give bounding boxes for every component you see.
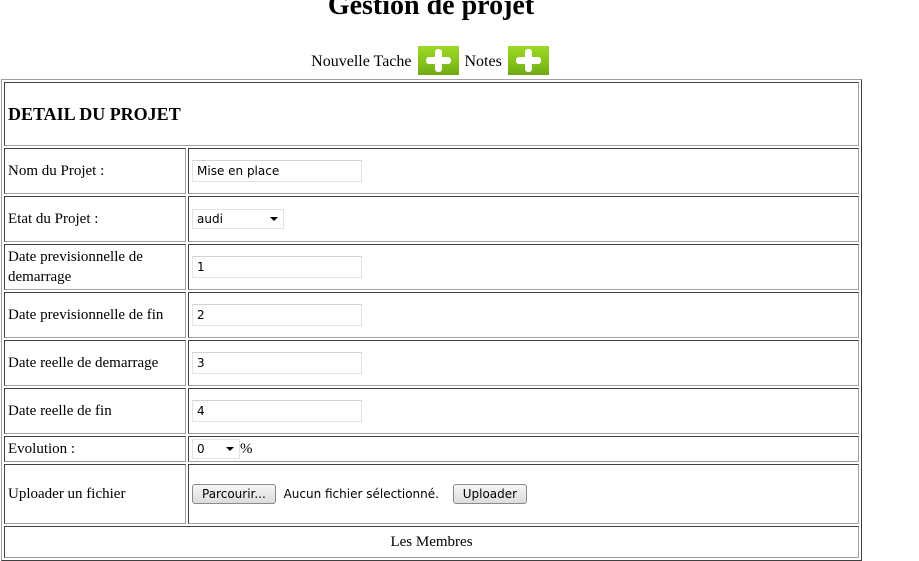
project-status-value: audi	[197, 212, 223, 226]
members-row: Les Membres	[4, 526, 859, 558]
plus-icon[interactable]	[417, 46, 459, 75]
action-bar: Nouvelle Tache Notes	[0, 46, 862, 77]
actual-start-date-input[interactable]	[192, 352, 362, 374]
actual-end-date-input[interactable]	[192, 400, 362, 422]
form-row-date-prev-fin: Date previsionnelle de fin	[4, 292, 859, 338]
chevron-down-icon	[270, 217, 278, 221]
form-row-upload: Uploader un fichier Parcourir... Aucun f…	[4, 464, 859, 524]
form-row-date-reel-debut: Date reelle de demarrage	[4, 340, 859, 386]
form-row-date-prev-debut: Date previsionnelle de demarrage	[4, 244, 859, 290]
chevron-down-icon	[226, 447, 234, 451]
planned-start-date-input[interactable]	[192, 256, 362, 278]
page-title: Gestion de projet	[327, 0, 535, 21]
evolution-label: Evolution :	[4, 436, 186, 462]
nom-label: Nom du Projet :	[4, 148, 186, 194]
evolution-select[interactable]: 0	[192, 439, 240, 459]
form-row-date-reel-fin: Date reelle de fin	[4, 388, 859, 434]
notes-label: Notes	[464, 53, 502, 70]
new-task-label: Nouvelle Tache	[311, 53, 412, 70]
form-row-evolution: Evolution : 0 %	[4, 436, 859, 462]
date-reel-debut-label: Date reelle de demarrage	[4, 340, 186, 386]
project-detail-table: DETAIL DU PROJET Nom du Projet : Etat du…	[1, 79, 862, 561]
evolution-value: 0	[197, 442, 205, 456]
form-row-nom: Nom du Projet :	[4, 148, 859, 194]
date-prev-debut-label: Date previsionnelle de demarrage	[4, 244, 186, 290]
form-row-etat: Etat du Projet : audi	[4, 196, 859, 242]
file-status: Aucun fichier sélectionné.	[283, 487, 439, 501]
upload-label: Uploader un fichier	[4, 464, 186, 524]
plus-icon[interactable]	[507, 46, 549, 75]
members-heading: Les Membres	[4, 526, 859, 558]
section-header: DETAIL DU PROJET	[4, 82, 859, 146]
date-reel-fin-label: Date reelle de fin	[4, 388, 186, 434]
section-heading: DETAIL DU PROJET	[8, 103, 181, 124]
browse-button[interactable]: Parcourir...	[192, 484, 276, 504]
percent-unit: %	[240, 441, 253, 457]
planned-end-date-input[interactable]	[192, 304, 362, 326]
project-name-input[interactable]	[192, 160, 362, 182]
upload-button[interactable]: Uploader	[452, 484, 528, 504]
project-status-select[interactable]: audi	[192, 209, 284, 229]
date-prev-fin-label: Date previsionnelle de fin	[4, 292, 186, 338]
etat-label: Etat du Projet :	[4, 196, 186, 242]
